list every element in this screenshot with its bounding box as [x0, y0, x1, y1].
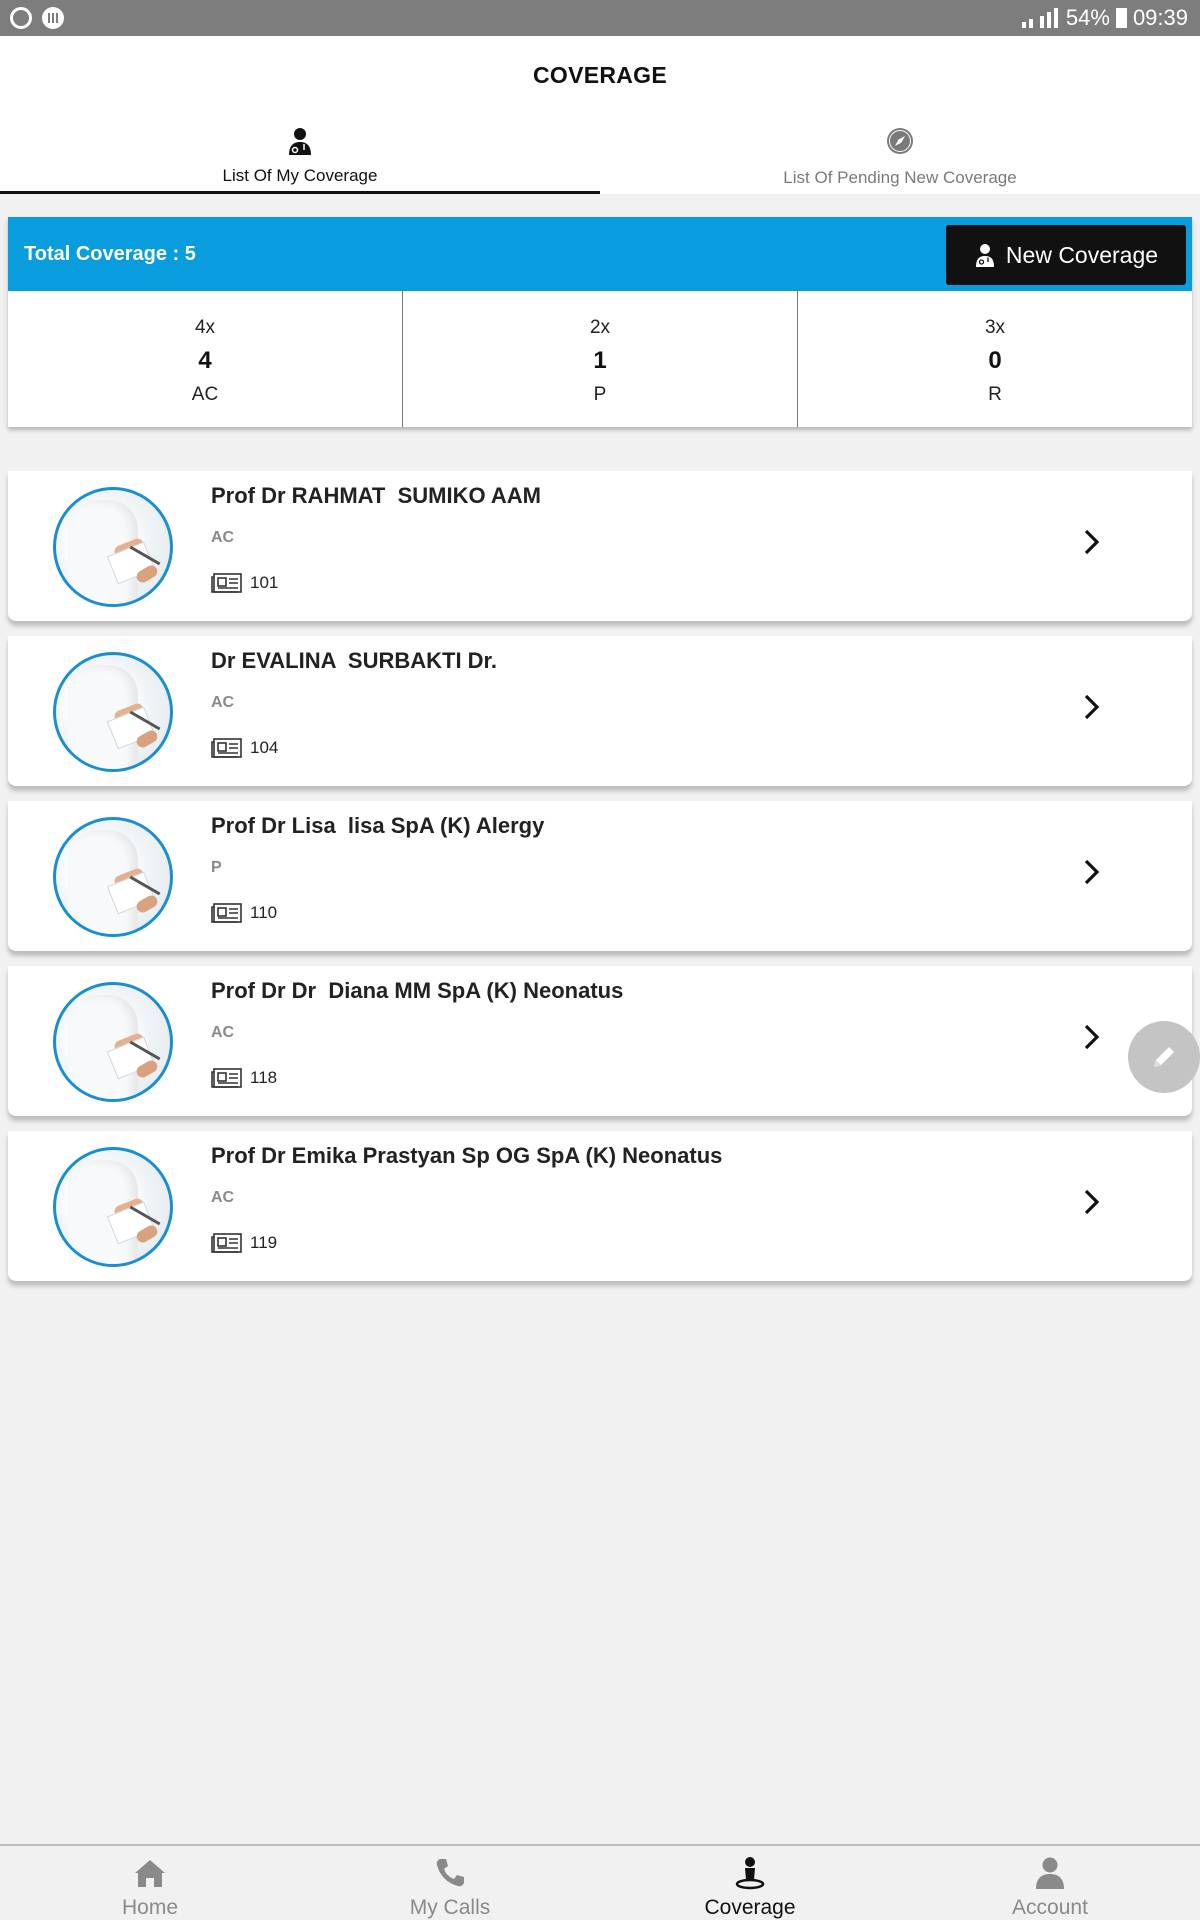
- bottom-navigation: Home My Calls Coverage Account: [0, 1844, 1200, 1920]
- doctor-name: Prof Dr Dr Diana MM SpA (K) Neonatus: [211, 978, 624, 1003]
- doctor-id: 101: [250, 573, 279, 592]
- status-bar: 54% 09:39: [0, 0, 1200, 36]
- doctor-id-row: 119: [211, 1233, 277, 1253]
- doctor-id-row: 118: [211, 1068, 277, 1088]
- doctor-name: Prof Dr RAHMAT SUMIKO AAM: [211, 483, 541, 508]
- edit-fab-button[interactable]: [1128, 1021, 1200, 1093]
- id-card-icon: [211, 573, 242, 593]
- nav-home[interactable]: Home: [0, 1846, 300, 1920]
- doctor-icon: [975, 244, 994, 267]
- list-item[interactable]: Prof Dr Dr Diana MM SpA (K) Neonatus AC …: [8, 966, 1192, 1116]
- doctor-name: Prof Dr Lisa lisa SpA (K) Alergy: [211, 813, 545, 838]
- stat-count: 4: [198, 347, 212, 374]
- doctor-id: 118: [250, 1068, 278, 1087]
- nav-label: My Calls: [409, 1896, 491, 1919]
- list-item[interactable]: Prof Dr Emika Prastyan Sp OG SpA (K) Neo…: [8, 1131, 1192, 1281]
- new-coverage-button[interactable]: New Coverage: [946, 225, 1186, 285]
- doctor-name: Dr EVALINA SURBAKTI Dr.: [211, 648, 498, 673]
- doctor-id: 110: [250, 903, 278, 922]
- tab-bar: List Of My Coverage List Of Pending New …: [0, 122, 1200, 194]
- app-notification-icon: [42, 7, 64, 29]
- avatar: [53, 982, 173, 1102]
- chevron-right-icon[interactable]: [1082, 527, 1102, 557]
- id-card-icon: [211, 1068, 242, 1088]
- stat-code: P: [593, 384, 607, 405]
- stat-count: 0: [988, 347, 1002, 374]
- chevron-right-icon[interactable]: [1082, 857, 1102, 887]
- nav-my-calls[interactable]: My Calls: [300, 1846, 600, 1920]
- stat-ac: 4x 4 AC: [8, 291, 403, 427]
- nav-label: Coverage: [704, 1896, 796, 1919]
- doctor-status: AC: [211, 1189, 235, 1206]
- stat-code: R: [988, 384, 1002, 405]
- signal-icon: [1020, 8, 1060, 28]
- new-coverage-label: New Coverage: [1005, 241, 1159, 268]
- stat-count: 1: [593, 347, 607, 374]
- list-item[interactable]: Prof Dr RAHMAT SUMIKO AAM AC 101: [8, 471, 1192, 621]
- avatar: [53, 487, 173, 607]
- id-card-icon: [211, 738, 242, 758]
- coverage-stats: 4x 4 AC 2x 1 P 3x 0 R: [8, 291, 1192, 427]
- doctor-id: 104: [250, 738, 279, 757]
- doctor-status: AC: [211, 1024, 235, 1041]
- stat-frequency: 4x: [194, 317, 216, 338]
- summary-header: Total Coverage : 5 New Coverage: [8, 217, 1192, 291]
- page-title: COVERAGE: [532, 62, 668, 88]
- home-icon: [135, 1860, 165, 1887]
- id-card-icon: [211, 1233, 242, 1253]
- tab-label: List Of Pending New Coverage: [783, 168, 1017, 187]
- doctor-name: Prof Dr Emika Prastyan Sp OG SpA (K) Neo…: [211, 1143, 723, 1168]
- tab-my-coverage[interactable]: List Of My Coverage: [0, 122, 600, 194]
- sync-icon: [10, 7, 32, 29]
- coverage-list: Prof Dr RAHMAT SUMIKO AAM AC 101 Dr EVAL…: [8, 471, 1192, 1296]
- stat-frequency: 3x: [984, 317, 1006, 338]
- chevron-right-icon[interactable]: [1082, 1022, 1102, 1052]
- phone-icon: [436, 1859, 464, 1887]
- coverage-summary-card: Total Coverage : 5 New Coverage 4x 4 AC …: [8, 217, 1192, 427]
- pencil-icon: [1154, 1047, 1174, 1067]
- list-item[interactable]: Prof Dr Lisa lisa SpA (K) Alergy P 110: [8, 801, 1192, 951]
- tab-label: List Of My Coverage: [222, 166, 378, 185]
- list-item[interactable]: Dr EVALINA SURBAKTI Dr. AC 104: [8, 636, 1192, 786]
- doctor-status: AC: [211, 529, 235, 546]
- avatar: [53, 1147, 173, 1267]
- total-coverage-label: Total Coverage : 5: [24, 242, 196, 265]
- nav-account[interactable]: Account: [900, 1846, 1200, 1920]
- chevron-right-icon[interactable]: [1082, 692, 1102, 722]
- nav-label: Account: [1012, 1896, 1088, 1919]
- nav-label: Home: [121, 1896, 179, 1919]
- stat-p: 2x 1 P: [403, 291, 798, 427]
- avatar: [53, 817, 173, 937]
- battery-icon: [1115, 8, 1127, 28]
- doctor-id-row: 101: [211, 573, 278, 593]
- doctor-status: P: [211, 859, 222, 876]
- stat-code: AC: [191, 384, 219, 405]
- doctor-icon: [289, 128, 311, 155]
- doctor-status: AC: [211, 694, 235, 711]
- avatar: [53, 652, 173, 772]
- app-header: COVERAGE List Of My Coverage List Of Pen…: [0, 36, 1200, 194]
- account-icon: [1036, 1857, 1064, 1889]
- doctor-id: 119: [250, 1233, 278, 1252]
- compass-icon: [887, 128, 913, 154]
- clock: 09:39: [1132, 5, 1188, 30]
- nav-coverage[interactable]: Coverage: [600, 1846, 900, 1920]
- stat-r: 3x 0 R: [798, 291, 1192, 427]
- tab-pending-coverage[interactable]: List Of Pending New Coverage: [600, 122, 1200, 194]
- battery-percent: 54%: [1065, 5, 1110, 30]
- id-card-icon: [211, 903, 242, 923]
- chevron-right-icon[interactable]: [1082, 1187, 1102, 1217]
- doctor-id-row: 104: [211, 738, 278, 758]
- doctor-id-row: 110: [211, 903, 277, 923]
- stat-frequency: 2x: [589, 317, 611, 338]
- coverage-icon: [735, 1857, 765, 1890]
